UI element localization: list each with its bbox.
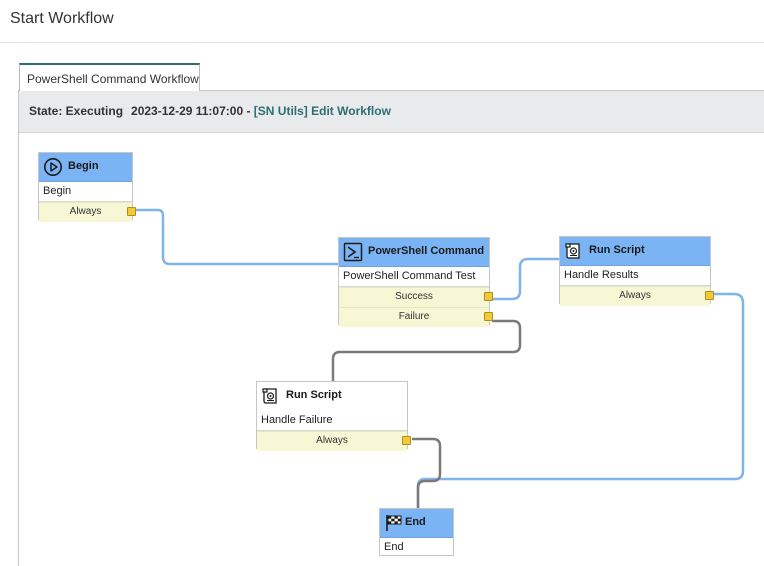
activity-header: Run Script: [560, 237, 710, 266]
activity-title: Run Script: [286, 389, 342, 401]
tab-powershell-command-workflow[interactable]: PowerShell Command Workflow: [19, 63, 200, 91]
activity-body: Handle Results: [560, 266, 710, 286]
activity-title: Run Script: [589, 244, 645, 256]
activity-header: End: [380, 509, 453, 538]
condition-label: Failure: [398, 311, 430, 322]
script-scroll-icon: [565, 243, 580, 259]
condition-always: Always: [39, 202, 136, 222]
condition-failure: Failure: [339, 307, 493, 327]
activity-body: Handle Failure: [257, 411, 407, 431]
condition-always: Always: [560, 286, 714, 306]
activity-header: PowerShell Command: [339, 238, 489, 267]
activity-title: Begin: [68, 160, 99, 172]
activity-description: Handle Results: [564, 269, 639, 281]
condition-always: Always: [257, 431, 411, 451]
condition-label: Always: [316, 435, 348, 446]
activity-description: End: [384, 541, 404, 553]
condition-label: Success: [395, 291, 433, 302]
condition-label: Always: [69, 206, 102, 217]
activity-run-script-handle-results[interactable]: Run Script Handle Results Always: [559, 236, 714, 306]
state-timestamp: 2023-12-29 11:07:00 -: [131, 104, 251, 118]
activity-title: End: [405, 516, 426, 528]
page-header: Start Workflow: [0, 0, 764, 43]
edit-workflow-link[interactable]: [SN Utils] Edit Workflow: [254, 104, 391, 118]
state-label: State: Executing: [29, 104, 124, 118]
activity-begin[interactable]: Begin Begin Always: [38, 152, 136, 222]
tab-label: PowerShell Command Workflow: [27, 72, 199, 86]
activity-body: PowerShell Command Test: [339, 267, 489, 287]
condition-port[interactable]: [484, 312, 493, 321]
activity-description: PowerShell Command Test: [343, 270, 476, 282]
condition-port[interactable]: [127, 207, 136, 216]
activity-body: Begin: [39, 182, 132, 202]
terminal-prompt-icon: [343, 242, 363, 262]
activity-body: End: [380, 538, 453, 558]
activity-end[interactable]: End End: [379, 508, 454, 556]
activity-title: PowerShell Command: [368, 245, 485, 257]
status-text: State: Executing 2023-12-29 11:07:00 - [S…: [29, 104, 391, 118]
page-title: Start Workflow: [10, 10, 114, 27]
script-scroll-icon: [262, 388, 277, 404]
activity-header: Begin: [39, 153, 132, 182]
activity-description: Begin: [43, 185, 72, 197]
activity-description: Handle Failure: [261, 414, 333, 426]
checkered-flag-icon: [386, 515, 402, 531]
condition-label: Always: [619, 290, 651, 301]
condition-port[interactable]: [484, 292, 493, 301]
play-circle-icon: [44, 158, 62, 176]
condition-success: Success: [339, 287, 493, 307]
condition-port[interactable]: [402, 436, 411, 445]
condition-port[interactable]: [705, 291, 714, 300]
activity-header: Run Script: [257, 382, 407, 411]
activity-powershell-command[interactable]: PowerShell Command PowerShell Command Te…: [338, 237, 493, 327]
activity-run-script-handle-failure[interactable]: Run Script Handle Failure Always: [256, 381, 411, 451]
status-bar: State: Executing 2023-12-29 11:07:00 - [S…: [19, 91, 764, 133]
